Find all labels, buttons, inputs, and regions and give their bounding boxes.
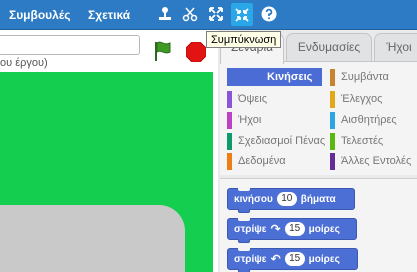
turn-right-block[interactable]: στρίψε ↷ 15 μοίρες	[227, 218, 357, 243]
tab-sounds[interactable]: Ήχοι	[374, 33, 417, 61]
green-flag-icon[interactable]	[153, 40, 173, 62]
turn-right-icon: ↷	[270, 222, 281, 236]
category-swatch	[330, 111, 335, 129]
move-steps-block[interactable]: κινήσου 10 βήματα	[227, 188, 355, 213]
category-swatch	[330, 132, 335, 150]
category-motion[interactable]: Κινήσεις	[227, 68, 322, 86]
category-more-blocks[interactable]: Άλλες Εντολές	[330, 152, 411, 170]
category-sound[interactable]: Ήχοι	[227, 111, 261, 129]
duplicate-icon[interactable]	[155, 4, 175, 24]
category-swatch	[227, 111, 232, 129]
category-label: Σχεδιασμοί Πένας	[238, 135, 326, 147]
block-label: βήματα	[300, 193, 336, 205]
shrink-icon[interactable]	[231, 3, 253, 26]
shrink-tooltip: Συμπύκνωση	[206, 31, 282, 48]
category-looks[interactable]: Όψεις	[227, 90, 267, 108]
category-swatch	[330, 90, 335, 108]
category-events[interactable]: Συμβάντα	[330, 68, 389, 86]
block-notch	[238, 239, 250, 243]
category-swatch	[227, 90, 232, 108]
category-pen[interactable]: Σχεδιασμοί Πένας	[227, 132, 325, 150]
tab-costumes[interactable]: Ενδυμασίες	[286, 33, 372, 61]
block-label: μοίρες	[308, 223, 340, 235]
stop-icon[interactable]	[185, 41, 207, 63]
grow-icon[interactable]	[206, 4, 226, 24]
category-label: Κινήσεις	[267, 71, 313, 83]
category-label: Ήχοι	[238, 114, 262, 126]
block-label: κινήσου	[234, 193, 273, 205]
block-notch	[238, 209, 250, 213]
category-swatch	[227, 132, 232, 150]
degrees-input[interactable]: 15	[284, 252, 305, 266]
stage-sprite[interactable]	[0, 205, 185, 272]
category-label: Αισθητήρες	[341, 114, 397, 126]
degrees-input[interactable]: 15	[284, 222, 305, 236]
category-operators[interactable]: Τελεστές	[330, 132, 383, 150]
menu-bar: Συμβουλές Σχετικά	[0, 0, 417, 30]
block-notch	[238, 188, 250, 191]
category-label: Δεδομένα	[238, 155, 286, 167]
steps-input[interactable]: 10	[276, 192, 297, 206]
menu-tips[interactable]: Συμβουλές	[9, 8, 71, 22]
turn-left-icon: ↶	[270, 252, 281, 266]
block-notch	[238, 218, 250, 221]
category-label: Όψεις	[238, 93, 268, 105]
help-icon[interactable]	[259, 4, 279, 24]
category-data[interactable]: Δεδομένα	[227, 152, 286, 170]
block-label: στρίψε	[234, 253, 267, 265]
block-label: στρίψε	[234, 223, 267, 235]
category-swatch	[330, 68, 335, 86]
category-label: Συμβάντα	[341, 71, 389, 83]
cut-icon[interactable]	[180, 4, 200, 24]
category-swatch	[227, 152, 232, 170]
project-byline: ου έργου)	[0, 57, 48, 69]
category-control[interactable]: Έλεγχος	[330, 90, 382, 108]
category-sensing[interactable]: Αισθητήρες	[330, 111, 397, 129]
category-label: Τελεστές	[341, 135, 384, 147]
stage[interactable]	[0, 72, 213, 272]
block-label: μοίρες	[308, 253, 340, 265]
block-notch	[238, 248, 250, 251]
menu-about[interactable]: Σχετικά	[88, 8, 130, 22]
category-label: Άλλες Εντολές	[341, 155, 412, 167]
category-label: Έλεγχος	[341, 93, 383, 105]
turn-left-block[interactable]: στρίψε ↶ 15 μοίρες	[227, 248, 358, 272]
project-title-field[interactable]	[0, 35, 140, 55]
category-swatch	[330, 152, 335, 170]
